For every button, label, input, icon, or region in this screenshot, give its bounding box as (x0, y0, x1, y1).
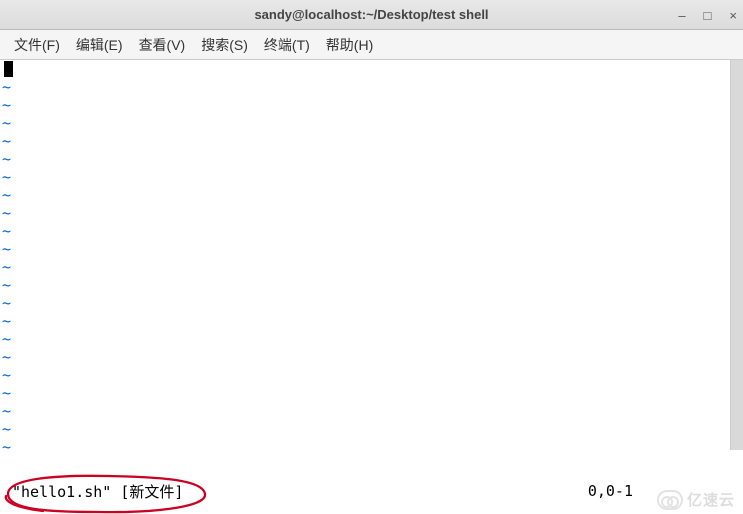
empty-line-tilde: ~ (2, 438, 741, 456)
empty-line-tilde: ~ (2, 258, 741, 276)
titlebar: sandy@localhost:~/Desktop/test shell – □… (0, 0, 743, 30)
close-button[interactable]: × (729, 9, 737, 22)
empty-line-tilde: ~ (2, 384, 741, 402)
watermark: 亿速云 (657, 489, 735, 510)
empty-line-tilde: ~ (2, 168, 741, 186)
empty-line-tilde: ~ (2, 96, 741, 114)
menu-view[interactable]: 查看(V) (133, 32, 192, 58)
menu-search[interactable]: 搜索(S) (195, 32, 254, 58)
vim-status-line: "hello1.sh" [新文件] 0,0-1 (0, 480, 743, 502)
window-title: sandy@localhost:~/Desktop/test shell (254, 7, 488, 22)
empty-line-tilde: ~ (2, 240, 741, 258)
empty-line-tilde: ~ (2, 222, 741, 240)
status-position: 0,0-1 (588, 482, 633, 500)
empty-line-tilde: ~ (2, 204, 741, 222)
empty-line-tilde: ~ (2, 150, 741, 168)
empty-line-tilde: ~ (2, 420, 741, 438)
empty-line-tilde: ~ (2, 132, 741, 150)
minimize-button[interactable]: – (678, 9, 685, 22)
scrollbar[interactable] (730, 60, 743, 450)
empty-line-tilde: ~ (2, 78, 741, 96)
empty-line-tilde: ~ (2, 186, 741, 204)
status-filename: "hello1.sh" [新文件] (0, 481, 183, 502)
empty-line-tilde: ~ (2, 294, 741, 312)
watermark-icon (657, 490, 683, 510)
watermark-text: 亿速云 (687, 489, 735, 510)
empty-line-tilde: ~ (2, 402, 741, 420)
empty-line-tilde: ~ (2, 348, 741, 366)
menubar: 文件(F) 编辑(E) 查看(V) 搜索(S) 终端(T) 帮助(H) (0, 30, 743, 60)
maximize-button[interactable]: □ (704, 9, 712, 22)
text-cursor (4, 61, 13, 77)
terminal-area[interactable]: ~~~~~~~~~~~~~~~~~~~~~ "hello1.sh" [新文件] … (0, 60, 743, 514)
window-controls: – □ × (678, 0, 737, 30)
empty-line-tilde: ~ (2, 312, 741, 330)
menu-help[interactable]: 帮助(H) (320, 32, 379, 58)
menu-file[interactable]: 文件(F) (8, 32, 66, 58)
empty-line-tilde: ~ (2, 366, 741, 384)
editor-body: ~~~~~~~~~~~~~~~~~~~~~ (0, 60, 743, 456)
empty-line-tilde: ~ (2, 330, 741, 348)
cursor-line (2, 60, 741, 78)
menu-terminal[interactable]: 终端(T) (258, 32, 316, 58)
empty-line-tilde: ~ (2, 276, 741, 294)
menu-edit[interactable]: 编辑(E) (70, 32, 129, 58)
empty-line-tilde: ~ (2, 114, 741, 132)
